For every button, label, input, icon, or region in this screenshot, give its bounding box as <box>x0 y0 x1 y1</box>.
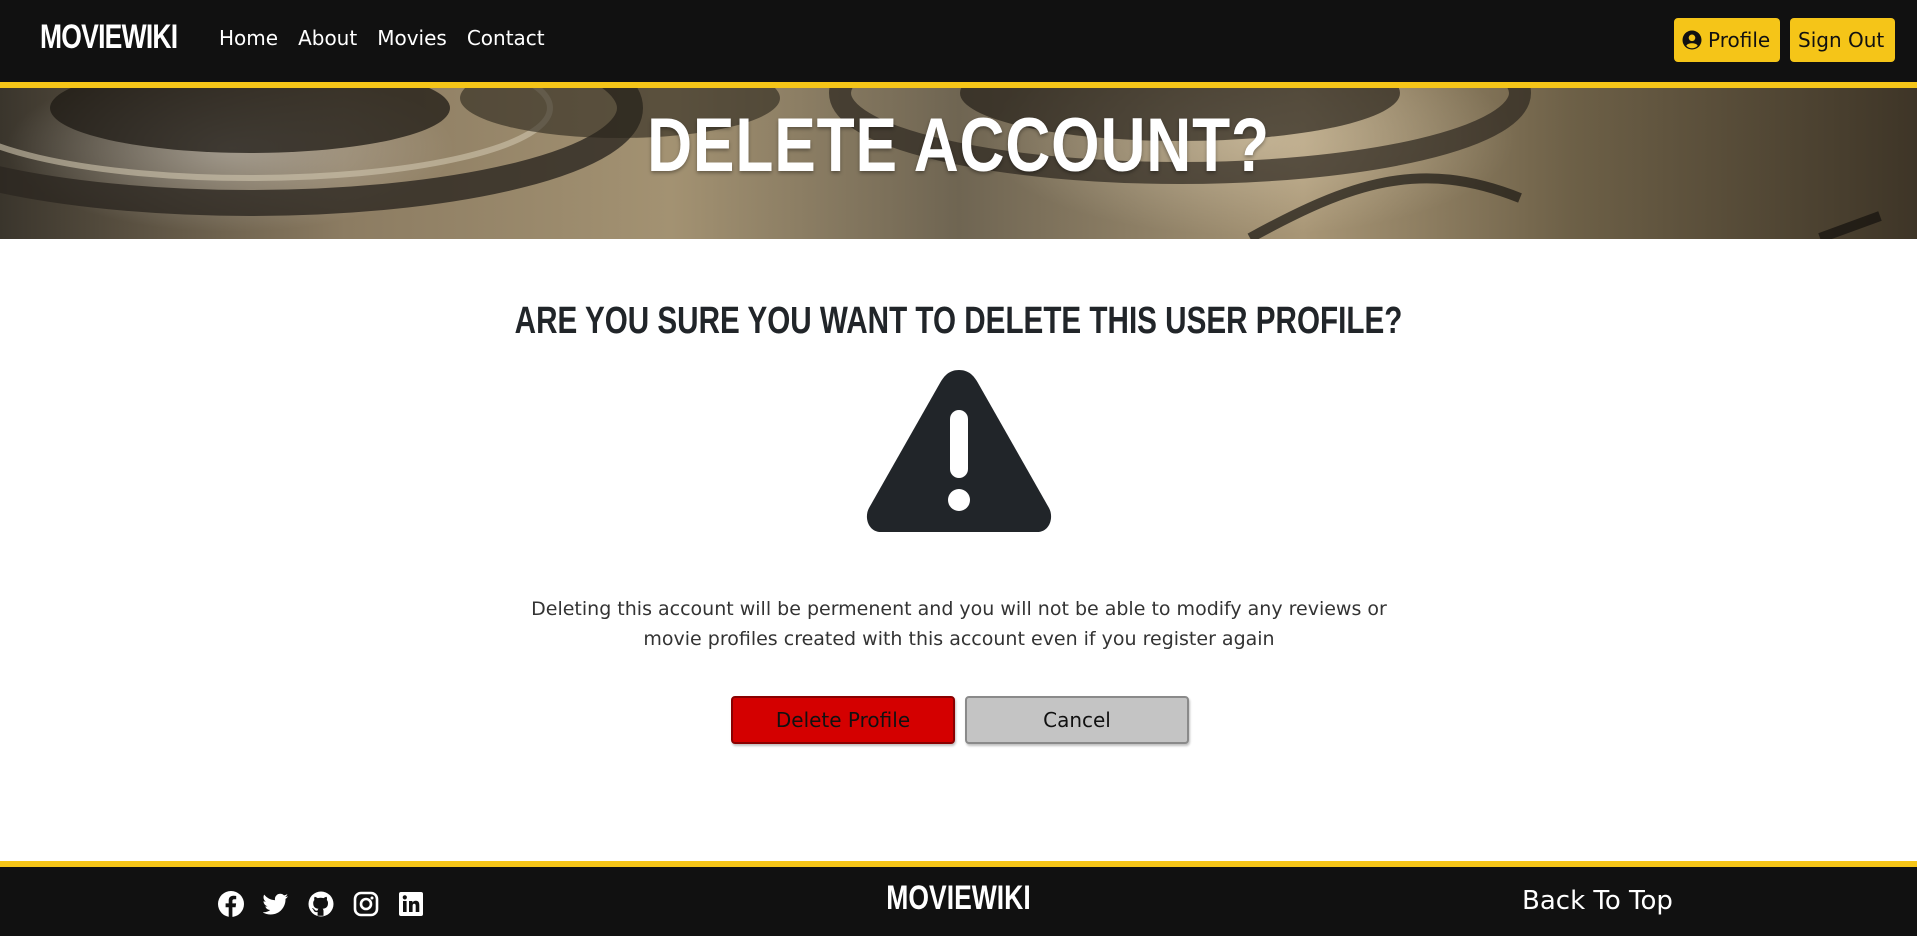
user-circle-icon <box>1682 30 1702 50</box>
profile-button-label: Profile <box>1708 28 1771 52</box>
navbar: MOVIEWIKI Home About Movies Contact Prof… <box>0 0 1917 88</box>
cancel-label: Cancel <box>1043 708 1111 732</box>
delete-profile-label: Delete Profile <box>775 708 911 732</box>
nav-link-about[interactable]: About <box>298 26 357 50</box>
sign-out-label: Sign Out <box>1798 28 1885 52</box>
sign-out-button[interactable]: Sign Out <box>1790 18 1895 62</box>
nav-link-home[interactable]: Home <box>219 26 278 50</box>
page-title: DELETE ACCOUNT? <box>647 103 1270 188</box>
exclamation-triangle-icon <box>866 370 1052 532</box>
cancel-button[interactable]: Cancel <box>965 696 1189 744</box>
profile-button[interactable]: Profile <box>1674 18 1780 62</box>
nav-link-movies[interactable]: Movies <box>377 26 447 50</box>
warning-message: Deleting this account will be permenent … <box>531 598 1387 650</box>
delete-confirmation-heading: ARE YOU SURE YOU WANT TO DELETE THIS USE… <box>514 300 1403 342</box>
nav-links: Home About Movies Contact <box>219 26 565 50</box>
footer: MOVIEWIKI Back To Top <box>0 861 1917 936</box>
nav-link-contact[interactable]: Contact <box>467 26 545 50</box>
back-to-top-link[interactable]: Back To Top <box>1522 886 1673 916</box>
brand-logo[interactable]: MOVIEWIKI <box>40 18 178 57</box>
delete-profile-button[interactable]: Delete Profile <box>731 696 955 744</box>
hero-banner: DELETE ACCOUNT? <box>0 88 1917 239</box>
footer-brand: MOVIEWIKI <box>886 879 1031 917</box>
